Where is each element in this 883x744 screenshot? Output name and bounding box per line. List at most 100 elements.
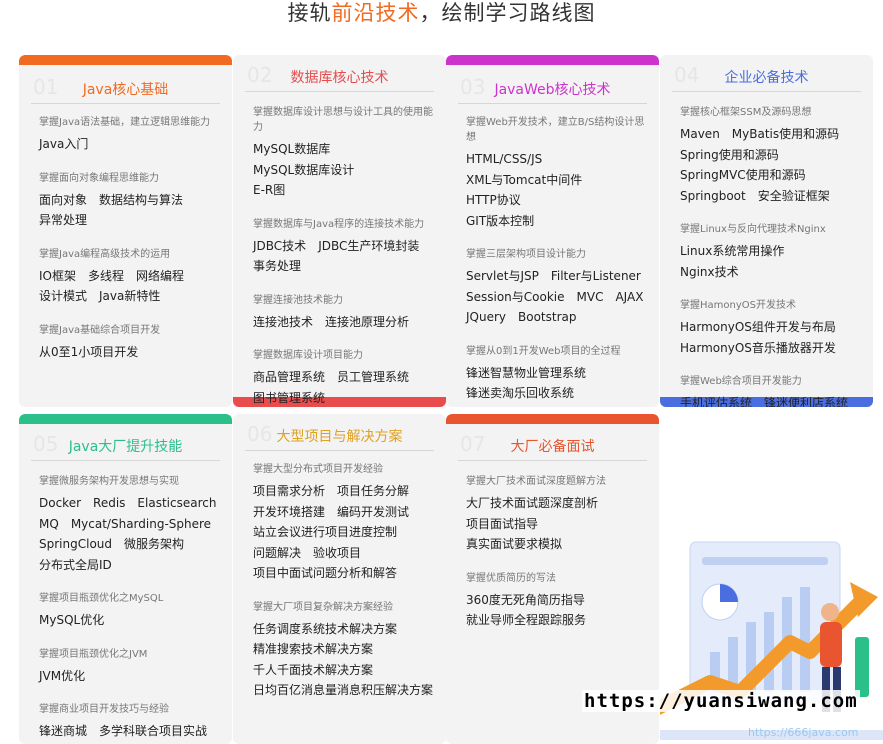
card-accent-bar [19,414,232,424]
topic-item: Java入门 [39,137,89,151]
topic-item: 编码开发测试 [337,504,410,519]
topic-item: Maven [680,127,720,141]
card-body: 掌握数据库设计思想与设计工具的使用能力 MySQL数据库 MySQL数据库设计 E-… [253,105,436,407]
topic-item: Filter与Listener [550,269,641,283]
topic-item: 手机评估系统 [680,396,753,407]
watermark-text: https://666java.com [748,726,859,739]
card-header: 07 大厂必备面试 [458,430,647,461]
topic-item: 任务调度系统技术解决方案 [253,621,398,636]
topic-item: JDBC技术 [253,238,307,253]
topic-item: MQ [39,516,59,531]
topic-item: E-R图 [253,183,286,197]
topic-item: 多学科联合项目实战 [99,724,208,738]
topic-item: Linux系统常用操作 [680,244,785,258]
topic-item: 真实面试要求模拟 [466,537,563,551]
section-caption: 掌握Web开发技术，建立B/S结构设计思想 [466,117,645,143]
title-suffix: ，绘制学习路线图 [419,1,596,25]
section-caption: 掌握数据库与Java程序的连接技术能力 [253,218,425,230]
section-caption: 掌握Java基础综合项目开发 [39,324,161,336]
topic-item: Session与Cookie [466,289,565,304]
topic-item: HarmonyOS音乐播放器开发 [680,340,836,355]
topic-item: 事务处理 [253,259,302,273]
card-header: 04 企业必备技术 [672,61,861,92]
section-caption: 掌握Linux与反向代理技术Nginx [680,224,826,235]
topic-item: Docker [39,496,82,510]
section-caption: 掌握项目瓶颈优化之JVM [39,648,148,660]
topic-item: 问题解决 [253,545,302,560]
topic-item: 设计模式 [39,289,88,303]
topic-item: JQuery [466,310,507,324]
topic-item: 项目中面试问题分析和解答 [253,566,398,580]
card-header: 01 Java核心基础 [31,73,220,104]
topic-item: HTML/CSS/JS [466,152,543,166]
topic-item: JVM优化 [39,668,86,683]
topic-item: HTTP协议 [466,193,521,207]
topic-item: 日均百亿消息量消息积压解决方案 [253,683,434,697]
card-title: 数据库核心技术 [290,70,389,86]
topic-item: MySQL数据库设计 [253,162,355,177]
topic-item: 项目面试指导 [466,516,539,531]
topic-item: 图书管理系统 [253,390,326,405]
topic-item: 数据结构与算法 [99,192,184,207]
card-title: 大厂必备面试 [510,439,595,455]
topic-item: 网络编程 [136,268,185,283]
topic-item: 锋迷卖淘乐回收系统 [466,386,575,400]
topic-item: 大厂技术面试题深度剖析 [466,496,599,510]
topic-item: 项目需求分析 [253,484,326,498]
card-title: Java大厂提升技能 [68,439,183,455]
section-caption: 掌握从0到1开发Web项目的全过程 [466,345,621,357]
topic-item: Bootstrap [518,310,577,324]
topic-item: 360度无死角简历指导 [466,592,585,607]
section-caption: 掌握连接池技术能力 [253,294,343,306]
topic-item: 从0至1小项目开发 [39,344,139,359]
topic-item: Nginx技术 [680,264,739,279]
topic-item: 多线程 [88,268,125,283]
section-caption: 掌握HamonyOS开发技术 [680,300,796,311]
topic-item: XML与Tomcat中间件 [466,172,583,187]
card-large-projects: 06 大型项目与解决方案 掌握大型分布式项目开发经验 项目需求分析 项目任务分解开… [233,414,446,744]
topic-item: Springboot [680,188,746,203]
card-title: 企业必备技术 [724,70,809,86]
section-caption: 掌握优质简历的写法 [466,572,556,584]
topic-item: 项目任务分解 [337,484,410,498]
topic-item: Servlet与JSP [466,269,539,283]
section-caption: 掌握面向对象编程思维能力 [39,172,159,184]
card-body: 掌握大厂技术面试深度题解方法 大厂技术面试题深度剖析 项目面试指导真实面试要求模拟… [466,474,649,647]
topic-item: 锋迷商城 [39,724,88,738]
topic-item: SpringCloud [39,537,113,551]
topic-item: Spring使用和源码 [680,147,779,162]
topic-item: 连接池技术 [253,314,314,329]
card-body: 掌握微服务架构开发思想与实现 Docker Redis Elasticsearch M… [39,474,222,744]
topic-item: Java新特性 [99,289,161,303]
topic-item: 异常处理 [39,213,88,227]
topic-item: 微服务架构 [124,537,185,551]
section-caption: 掌握Java语法基础，建立逻辑思维能力 [39,117,211,128]
section-caption: 掌握Web综合项目开发能力 [680,376,802,387]
topic-item: MySQL优化 [39,613,105,627]
topic-item: 员工管理系统 [337,370,410,384]
topic-item: 安全验证框架 [757,188,830,203]
topic-item: MVC [576,289,604,304]
title-highlight: 前沿技术 [331,1,420,25]
card-enterprise: 04 企业必备技术 掌握核心框架SSM及源码思想 Maven MyBatis使用和… [660,55,873,407]
topic-item: 锋迷便利店系统 [764,396,849,407]
section-caption: 掌握大厂项目复杂解决方案经验 [253,601,393,613]
topic-item: 商品管理系统 [253,370,326,384]
card-javaweb: 03 JavaWeb核心技术 掌握Web开发技术，建立B/S结构设计思想 HTM… [446,55,659,407]
topic-item: MyBatis使用和源码 [731,127,840,141]
topic-item: 千人千面技术解决方案 [253,662,374,677]
card-database: 02 数据库核心技术 掌握数据库设计思想与设计工具的使用能力 MySQL数据库 M… [233,55,446,407]
section-caption: 掌握核心框架SSM及源码思想 [680,107,812,118]
topic-item: AJAX [615,289,644,304]
topic-item: Redis [93,496,126,510]
card-body: 掌握Java语法基础，建立逻辑思维能力 Java入门 掌握面向对象编程思维能力 … [39,115,222,378]
section-caption: 掌握商业项目开发技巧与经验 [39,704,169,715]
topic-item: GIT版本控制 [466,213,535,228]
site-url[interactable]: https://yuansiwang.com [582,690,860,712]
topic-item: HarmonyOS组件开发与布局 [680,320,836,334]
card-title: JavaWeb核心技术 [494,82,611,98]
topic-item: 验收项目 [313,545,362,560]
topic-item: 开发环境搭建 [253,504,326,519]
topic-item: 连接池原理分析 [325,314,410,329]
card-java-core: 01 Java核心基础 掌握Java语法基础，建立逻辑思维能力 Java入门 掌… [19,55,232,407]
